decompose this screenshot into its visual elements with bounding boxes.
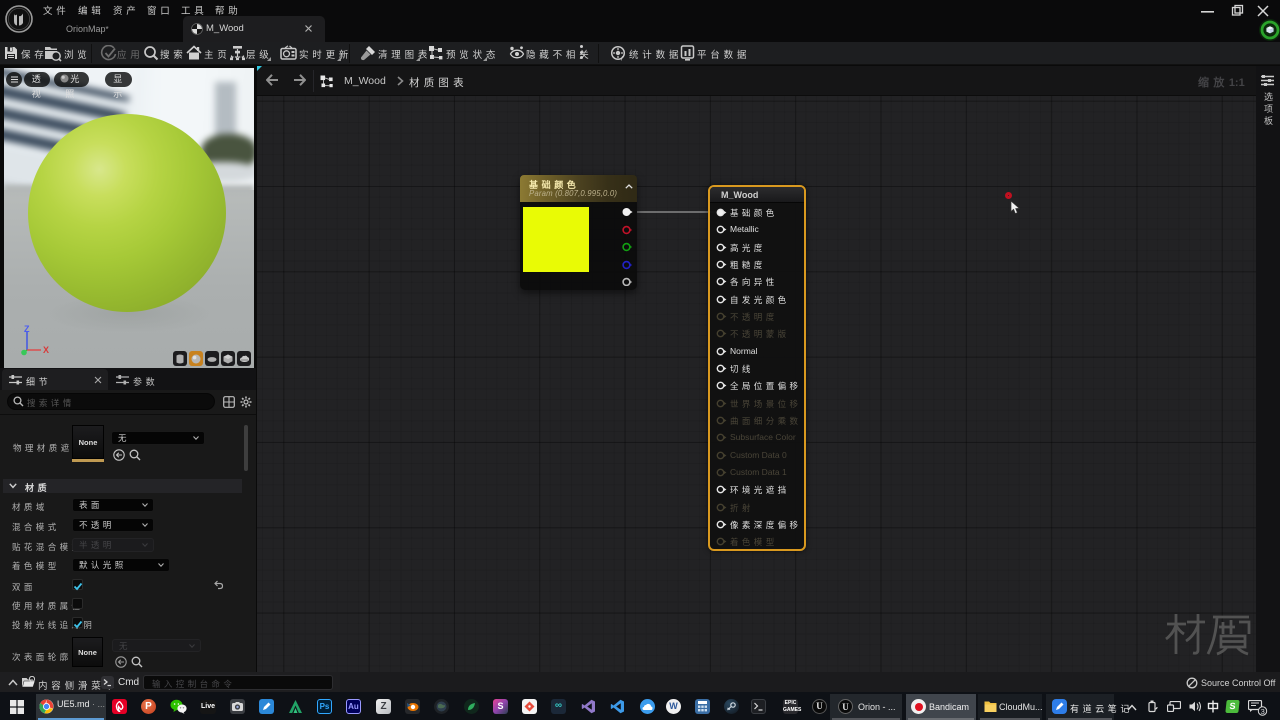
svg-text:Z: Z <box>24 324 30 334</box>
svg-text:X: X <box>43 345 49 355</box>
svg-text:3: 3 <box>1261 707 1265 716</box>
